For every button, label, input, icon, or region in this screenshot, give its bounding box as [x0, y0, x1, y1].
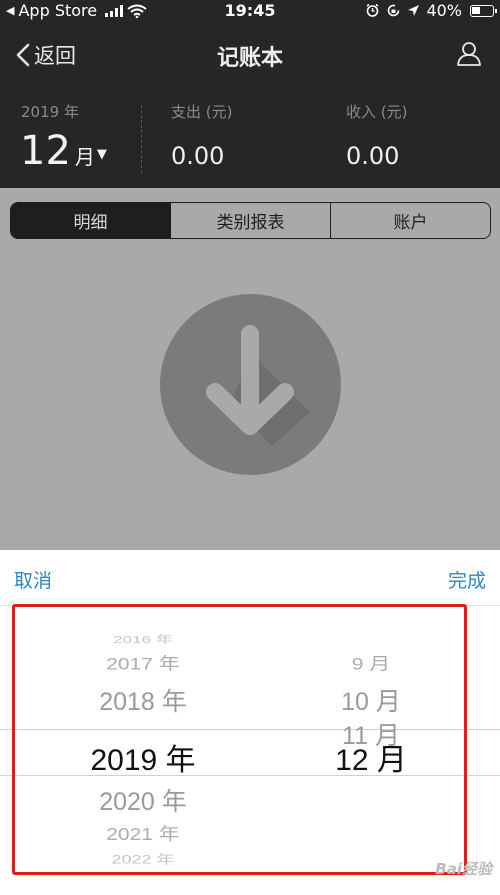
content-area: 明细 类别报表 账户 [0, 188, 500, 550]
income-summary: 收入 (元) 0.00 [346, 101, 407, 170]
tab-detail[interactable]: 明细 [11, 203, 170, 238]
income-label: 收入 (元) [346, 103, 408, 121]
back-button-label: 返回 [34, 44, 76, 68]
month-wheel[interactable]: 9 月 10 月 11 月 12 月 [271, 606, 471, 895]
year-option[interactable]: 2017 年 [43, 651, 243, 675]
arrow-down-icon [206, 325, 310, 446]
tab-category-report[interactable]: 类别报表 [170, 203, 330, 238]
user-button[interactable] [456, 40, 482, 70]
summary-year: 2019 年 [21, 103, 79, 121]
user-icon [457, 42, 481, 66]
done-button[interactable]: 完成 [448, 566, 486, 593]
expense-label: 支出 (元) [171, 103, 233, 121]
year-wheel[interactable]: 2016 年 2017 年 2018 年 2019 年 2020 年 2021 … [43, 606, 243, 895]
location-icon [408, 5, 420, 16]
year-option-selected[interactable]: 2019 年 [43, 735, 243, 779]
date-picker-wheel[interactable]: 2016 年 2017 年 2018 年 2019 年 2020 年 2021 … [0, 606, 500, 895]
month-option-selected[interactable]: 12 月 [271, 735, 471, 779]
summary-panel: 2019 年 12 月 ▼ 支出 (元) 0.00 收入 (元) 0.00 [0, 95, 500, 175]
status-right: 40% [365, 1, 497, 20]
caret-down-icon: ▼ [96, 147, 107, 162]
month-number: 12 [20, 128, 71, 174]
battery-icon [470, 4, 497, 17]
segmented-control: 明细 类别报表 账户 [10, 202, 491, 239]
month-option[interactable]: 10 月 [271, 682, 471, 718]
year-option[interactable]: 2020 年 [43, 782, 243, 818]
year-option[interactable]: 2016 年 [43, 631, 243, 646]
month-selector[interactable]: 12 月 ▼ [20, 131, 107, 171]
expense-summary: 支出 (元) 0.00 [171, 101, 232, 170]
month-unit: 月 [74, 145, 95, 169]
year-option[interactable]: 2018 年 [43, 682, 243, 718]
status-bar: ◀ App Store 19:45 40% [0, 0, 500, 24]
rotation-lock-icon [388, 4, 400, 17]
summary-divider [141, 105, 142, 173]
month-option[interactable]: 9 月 [271, 651, 471, 675]
year-option[interactable]: 2022 年 [43, 851, 243, 868]
battery-percent: 40% [426, 1, 462, 20]
picker-toolbar: 取消 完成 [0, 550, 500, 606]
chevron-left-icon [16, 43, 30, 67]
navigation-bar: 返回 记账本 [0, 30, 500, 78]
date-picker-sheet: 取消 完成 2016 年 2017 年 2018 年 2019 年 2020 年… [0, 550, 500, 895]
year-option[interactable]: 2021 年 [43, 820, 243, 846]
app-header: ◀ App Store 19:45 40% 返回 记账本 2019 年 12 月… [0, 0, 500, 188]
cancel-button[interactable]: 取消 [14, 566, 52, 593]
alarm-icon [366, 3, 379, 17]
tab-account[interactable]: 账户 [330, 203, 490, 238]
battery-level-fill [472, 6, 480, 14]
expense-value: 0.00 [171, 142, 225, 170]
back-button[interactable]: 返回 [16, 40, 76, 70]
watermark: Bai经验 [435, 860, 492, 878]
income-value: 0.00 [346, 142, 400, 170]
pull-down-hint [160, 294, 341, 475]
